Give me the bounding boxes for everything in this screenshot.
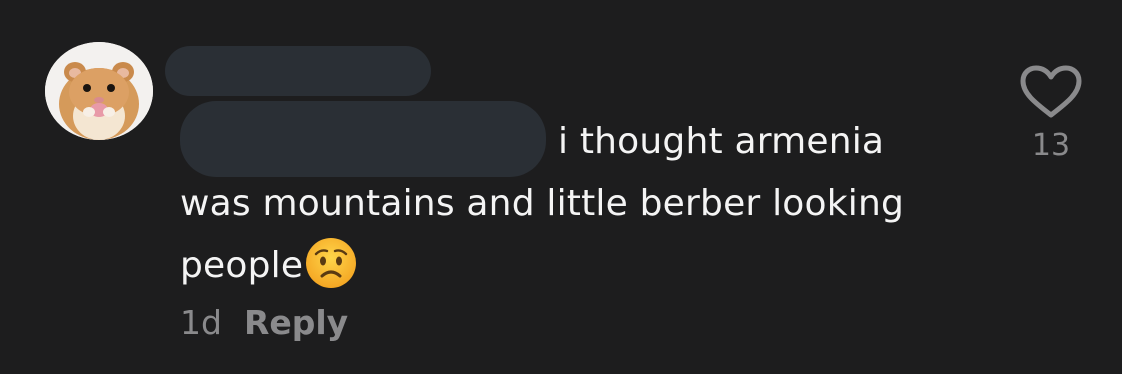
heart-outline-icon xyxy=(1020,65,1082,118)
comment-line-2: was mountains and little berber looking xyxy=(180,183,905,224)
avatar[interactable] xyxy=(45,42,153,140)
comment-line-1: i thought armenia xyxy=(558,121,885,162)
comment-meta: 1d Reply xyxy=(180,303,348,343)
timestamp: 1d xyxy=(180,303,222,342)
username-redaction xyxy=(165,46,431,96)
like-count: 13 xyxy=(1031,128,1071,163)
comment-line-3: people xyxy=(180,245,304,286)
worried-face-emoji-icon xyxy=(306,238,357,288)
hamster-avatar-icon xyxy=(45,42,153,140)
comment-text: i thought armenia was mountains and litt… xyxy=(180,111,980,297)
reply-button[interactable]: Reply xyxy=(244,303,348,342)
like-button[interactable] xyxy=(1018,64,1084,120)
